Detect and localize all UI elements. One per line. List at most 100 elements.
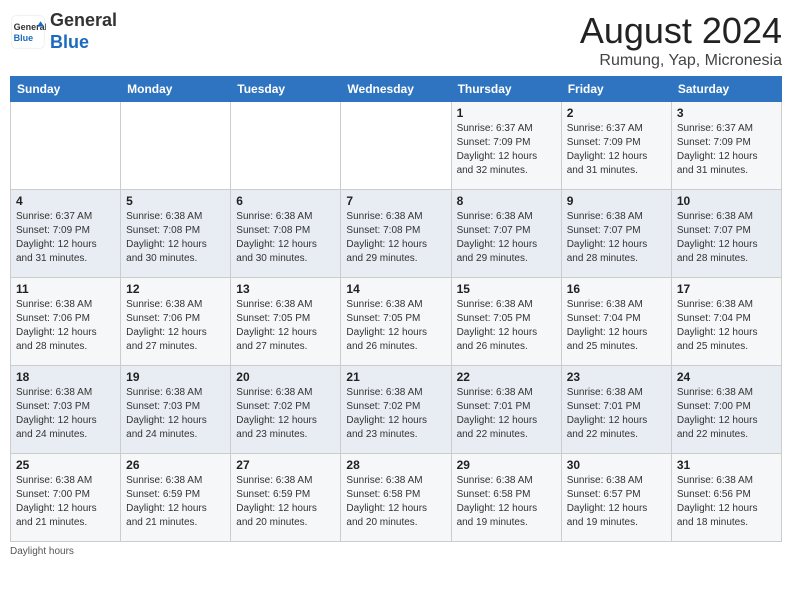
day-number: 9 — [567, 194, 666, 208]
day-number: 31 — [677, 458, 776, 472]
title-block: August 2024 Rumung, Yap, Micronesia — [580, 10, 782, 70]
calendar-cell: 17 Sunrise: 6:38 AM Sunset: 7:04 PM Dayli… — [671, 278, 781, 366]
day-number: 4 — [16, 194, 115, 208]
day-number: 3 — [677, 106, 776, 120]
calendar-cell: 20 Sunrise: 6:38 AM Sunset: 7:02 PM Dayli… — [231, 366, 341, 454]
calendar-cell: 27Sunrise: 6:38 AM Sunset: 6:59 PM Dayli… — [231, 454, 341, 542]
day-number: 28 — [346, 458, 445, 472]
day-detail: Sunrise: 6:38 AM Sunset: 7:02 PM Dayligh… — [236, 386, 335, 442]
calendar-cell: 8Sunrise: 6:38 AM Sunset: 7:07 PM Daylig… — [451, 190, 561, 278]
calendar-cell: 22 Sunrise: 6:38 AM Sunset: 7:01 PM Dayli… — [451, 366, 561, 454]
calendar-cell: 26Sunrise: 6:38 AM Sunset: 6:59 PM Dayli… — [121, 454, 231, 542]
month-year-title: August 2024 — [580, 10, 782, 52]
day-number: 22 — [457, 370, 556, 384]
calendar-cell: 12 Sunrise: 6:38 AM Sunset: 7:06 PM Dayli… — [121, 278, 231, 366]
day-number: 17 — [677, 282, 776, 296]
day-detail: Sunrise: 6:37 AM Sunset: 7:09 PM Dayligh… — [16, 210, 115, 266]
location-subtitle: Rumung, Yap, Micronesia — [580, 52, 782, 70]
day-detail: Sunrise: 6:38 AM Sunset: 7:08 PM Dayligh… — [236, 210, 335, 266]
day-detail: Sunrise: 6:38 AM Sunset: 7:03 PM Dayligh… — [16, 386, 115, 442]
calendar-cell: 11Sunrise: 6:38 AM Sunset: 7:06 PM Dayli… — [11, 278, 121, 366]
day-number: 25 — [16, 458, 115, 472]
day-number: 15 — [457, 282, 556, 296]
day-detail: Sunrise: 6:38 AM Sunset: 6:59 PM Dayligh… — [126, 474, 225, 530]
day-number: 23 — [567, 370, 666, 384]
calendar-cell: 2 Sunrise: 6:37 AM Sunset: 7:09 PM Daylig… — [561, 102, 671, 190]
day-detail: Sunrise: 6:38 AM Sunset: 7:00 PM Dayligh… — [677, 386, 776, 442]
logo: General Blue General Blue — [10, 10, 117, 53]
daylight-label: Daylight hours — [10, 546, 74, 557]
day-detail: Sunrise: 6:38 AM Sunset: 7:04 PM Dayligh… — [567, 298, 666, 354]
calendar-cell: 5Sunrise: 6:38 AM Sunset: 7:08 PM Daylig… — [121, 190, 231, 278]
calendar-cell: 7Sunrise: 6:38 AM Sunset: 7:08 PM Daylig… — [341, 190, 451, 278]
day-detail: Sunrise: 6:38 AM Sunset: 7:06 PM Dayligh… — [16, 298, 115, 354]
calendar-cell — [341, 102, 451, 190]
day-number: 7 — [346, 194, 445, 208]
calendar-cell: 6Sunrise: 6:38 AM Sunset: 7:08 PM Daylig… — [231, 190, 341, 278]
day-detail: Sunrise: 6:38 AM Sunset: 7:08 PM Dayligh… — [126, 210, 225, 266]
footer: Daylight hours — [10, 546, 782, 557]
day-number: 13 — [236, 282, 335, 296]
day-number: 14 — [346, 282, 445, 296]
weekday-header-monday: Monday — [121, 77, 231, 102]
day-detail: Sunrise: 6:37 AM Sunset: 7:09 PM Dayligh… — [567, 122, 666, 178]
calendar-cell: 21 Sunrise: 6:38 AM Sunset: 7:02 PM Dayli… — [341, 366, 451, 454]
day-detail: Sunrise: 6:38 AM Sunset: 6:58 PM Dayligh… — [457, 474, 556, 530]
calendar-cell: 29Sunrise: 6:38 AM Sunset: 6:58 PM Dayli… — [451, 454, 561, 542]
page-header: General Blue General Blue August 2024 Ru… — [10, 10, 782, 70]
calendar-cell: 25 Sunrise: 6:38 AM Sunset: 7:00 PM Dayli… — [11, 454, 121, 542]
day-number: 12 — [126, 282, 225, 296]
calendar-cell — [11, 102, 121, 190]
day-number: 24 — [677, 370, 776, 384]
calendar-cell: 1Sunrise: 6:37 AM Sunset: 7:09 PM Daylig… — [451, 102, 561, 190]
week-row-1: 1 Sunrise: 6:37 AM Sunset: 7:09 PM Daylig… — [11, 102, 782, 190]
day-detail: Sunrise: 6:38 AM Sunset: 7:05 PM Dayligh… — [457, 298, 556, 354]
day-detail: Sunrise: 6:38 AM Sunset: 6:58 PM Dayligh… — [346, 474, 445, 530]
calendar-cell: 31 Sunrise: 6:38 AM Sunset: 6:56 PM Dayli… — [671, 454, 781, 542]
day-number: 2 — [567, 106, 666, 120]
day-detail: Sunrise: 6:38 AM Sunset: 7:07 PM Dayligh… — [567, 210, 666, 266]
week-row-4: 18 Sunrise: 6:38 AM Sunset: 7:03 PM Dayli… — [11, 366, 782, 454]
weekday-header-row: SundayMondayTuesdayWednesdayThursdayFrid… — [11, 77, 782, 102]
calendar-cell: 15 Sunrise: 6:38 AM Sunset: 7:05 PM Dayli… — [451, 278, 561, 366]
day-number: 8 — [457, 194, 556, 208]
day-detail: Sunrise: 6:38 AM Sunset: 6:57 PM Dayligh… — [567, 474, 666, 530]
day-detail: Sunrise: 6:38 AM Sunset: 7:06 PM Dayligh… — [126, 298, 225, 354]
week-row-3: 11Sunrise: 6:38 AM Sunset: 7:06 PM Dayli… — [11, 278, 782, 366]
day-detail: Sunrise: 6:38 AM Sunset: 7:02 PM Dayligh… — [346, 386, 445, 442]
day-detail: Sunrise: 6:38 AM Sunset: 7:00 PM Dayligh… — [16, 474, 115, 530]
calendar-cell: 3Sunrise: 6:37 AM Sunset: 7:09 PM Daylig… — [671, 102, 781, 190]
calendar-cell: 19Sunrise: 6:38 AM Sunset: 7:03 PM Dayli… — [121, 366, 231, 454]
day-number: 27 — [236, 458, 335, 472]
day-detail: Sunrise: 6:38 AM Sunset: 7:04 PM Dayligh… — [677, 298, 776, 354]
day-number: 20 — [236, 370, 335, 384]
day-number: 10 — [677, 194, 776, 208]
calendar-cell: 13 Sunrise: 6:38 AM Sunset: 7:05 PM Dayli… — [231, 278, 341, 366]
calendar-cell: 16 Sunrise: 6:38 AM Sunset: 7:04 PM Dayli… — [561, 278, 671, 366]
calendar-cell — [231, 102, 341, 190]
calendar-cell: 23 Sunrise: 6:38 AM Sunset: 7:01 PM Dayli… — [561, 366, 671, 454]
day-number: 1 — [457, 106, 556, 120]
day-detail: Sunrise: 6:38 AM Sunset: 7:03 PM Dayligh… — [126, 386, 225, 442]
day-detail: Sunrise: 6:38 AM Sunset: 7:01 PM Dayligh… — [457, 386, 556, 442]
svg-text:Blue: Blue — [14, 33, 34, 43]
calendar-cell: 28 Sunrise: 6:38 AM Sunset: 6:58 PM Dayli… — [341, 454, 451, 542]
calendar-cell: 14Sunrise: 6:38 AM Sunset: 7:05 PM Dayli… — [341, 278, 451, 366]
week-row-2: 4 Sunrise: 6:37 AM Sunset: 7:09 PM Daylig… — [11, 190, 782, 278]
day-detail: Sunrise: 6:38 AM Sunset: 7:05 PM Dayligh… — [236, 298, 335, 354]
weekday-header-thursday: Thursday — [451, 77, 561, 102]
day-detail: Sunrise: 6:38 AM Sunset: 7:07 PM Dayligh… — [677, 210, 776, 266]
day-detail: Sunrise: 6:38 AM Sunset: 7:01 PM Dayligh… — [567, 386, 666, 442]
day-number: 18 — [16, 370, 115, 384]
day-detail: Sunrise: 6:38 AM Sunset: 6:56 PM Dayligh… — [677, 474, 776, 530]
calendar-cell: 18 Sunrise: 6:38 AM Sunset: 7:03 PM Dayli… — [11, 366, 121, 454]
calendar-cell: 30Sunrise: 6:38 AM Sunset: 6:57 PM Dayli… — [561, 454, 671, 542]
logo-icon: General Blue — [10, 14, 46, 50]
calendar-cell — [121, 102, 231, 190]
weekday-header-saturday: Saturday — [671, 77, 781, 102]
day-number: 21 — [346, 370, 445, 384]
calendar-cell: 10 Sunrise: 6:38 AM Sunset: 7:07 PM Dayli… — [671, 190, 781, 278]
day-number: 16 — [567, 282, 666, 296]
calendar-table: SundayMondayTuesdayWednesdayThursdayFrid… — [10, 76, 782, 542]
weekday-header-tuesday: Tuesday — [231, 77, 341, 102]
